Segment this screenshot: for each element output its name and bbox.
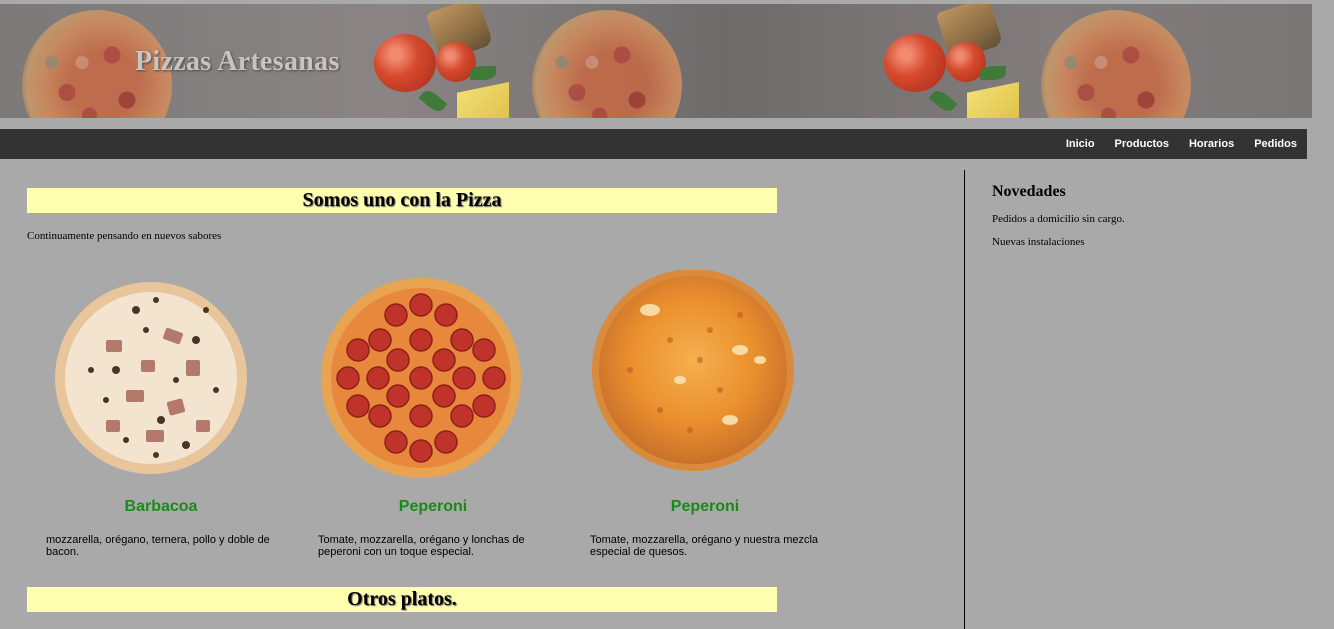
pizza-photo-icon: [532, 10, 682, 118]
other-dishes-heading: Otros platos.: [27, 587, 777, 612]
pizza-description: mozzarella, orégano, ternera, pollo y do…: [46, 534, 270, 558]
cheese-pizza-image: [590, 269, 810, 490]
sidebar-divider: [964, 170, 965, 629]
news-item: Pedidos a domicilio sin cargo.: [992, 213, 1125, 225]
pizza-name: Peperoni: [398, 498, 468, 515]
nav-links: Inicio Productos Horarios Pedidos: [1056, 129, 1307, 159]
pizza-card-barbacoa: Barbacoa mozzarella, orégano, ternera, p…: [46, 270, 286, 570]
basil-icon: [928, 87, 958, 115]
banner-tile: [1019, 4, 1312, 118]
basil-icon: [470, 66, 496, 80]
banner-tile: [510, 4, 1020, 118]
pepperoni-pizza-image: [318, 270, 538, 490]
brand-title: Pizzas Artesanas: [135, 46, 340, 77]
pizza-photo-icon: [1041, 10, 1191, 118]
pizza-description: Tomate, mozzarella, orégano y lonchas de…: [318, 534, 525, 558]
pizza-description: Tomate, mozzarella, orégano y nuestra me…: [590, 534, 819, 558]
header-banner: Pizzas Artesanas: [0, 4, 1312, 118]
cheese-icon: [457, 82, 509, 118]
pizza-card-quesos: Peperoni Tomate, mozzarella, orégano y n…: [590, 269, 830, 570]
top-navbar: Inicio Productos Horarios Pedidos: [0, 129, 1307, 159]
tomato-icon: [884, 34, 946, 92]
pizza-card-peperoni: Peperoni Tomate, mozzarella, orégano y l…: [318, 270, 558, 570]
nav-link-horarios[interactable]: Horarios: [1179, 129, 1244, 159]
main-heading: Somos uno con la Pizza: [27, 188, 777, 213]
basil-icon: [418, 87, 448, 115]
intro-text: Continuamente pensando en nuevos sabores: [27, 230, 222, 242]
nav-link-pedidos[interactable]: Pedidos: [1244, 129, 1307, 159]
basil-icon: [980, 66, 1006, 80]
pizza-name: Peperoni: [670, 498, 740, 515]
pizza-name: Barbacoa: [124, 498, 198, 515]
tomato-icon: [374, 34, 436, 92]
nav-link-productos[interactable]: Productos: [1105, 129, 1179, 159]
news-item: Nuevas instalaciones: [992, 236, 1085, 248]
sidebar-title: Novedades: [992, 183, 1066, 200]
nav-link-inicio[interactable]: Inicio: [1056, 129, 1105, 159]
bbq-pizza-image: [46, 270, 266, 490]
cheese-icon: [967, 82, 1019, 118]
